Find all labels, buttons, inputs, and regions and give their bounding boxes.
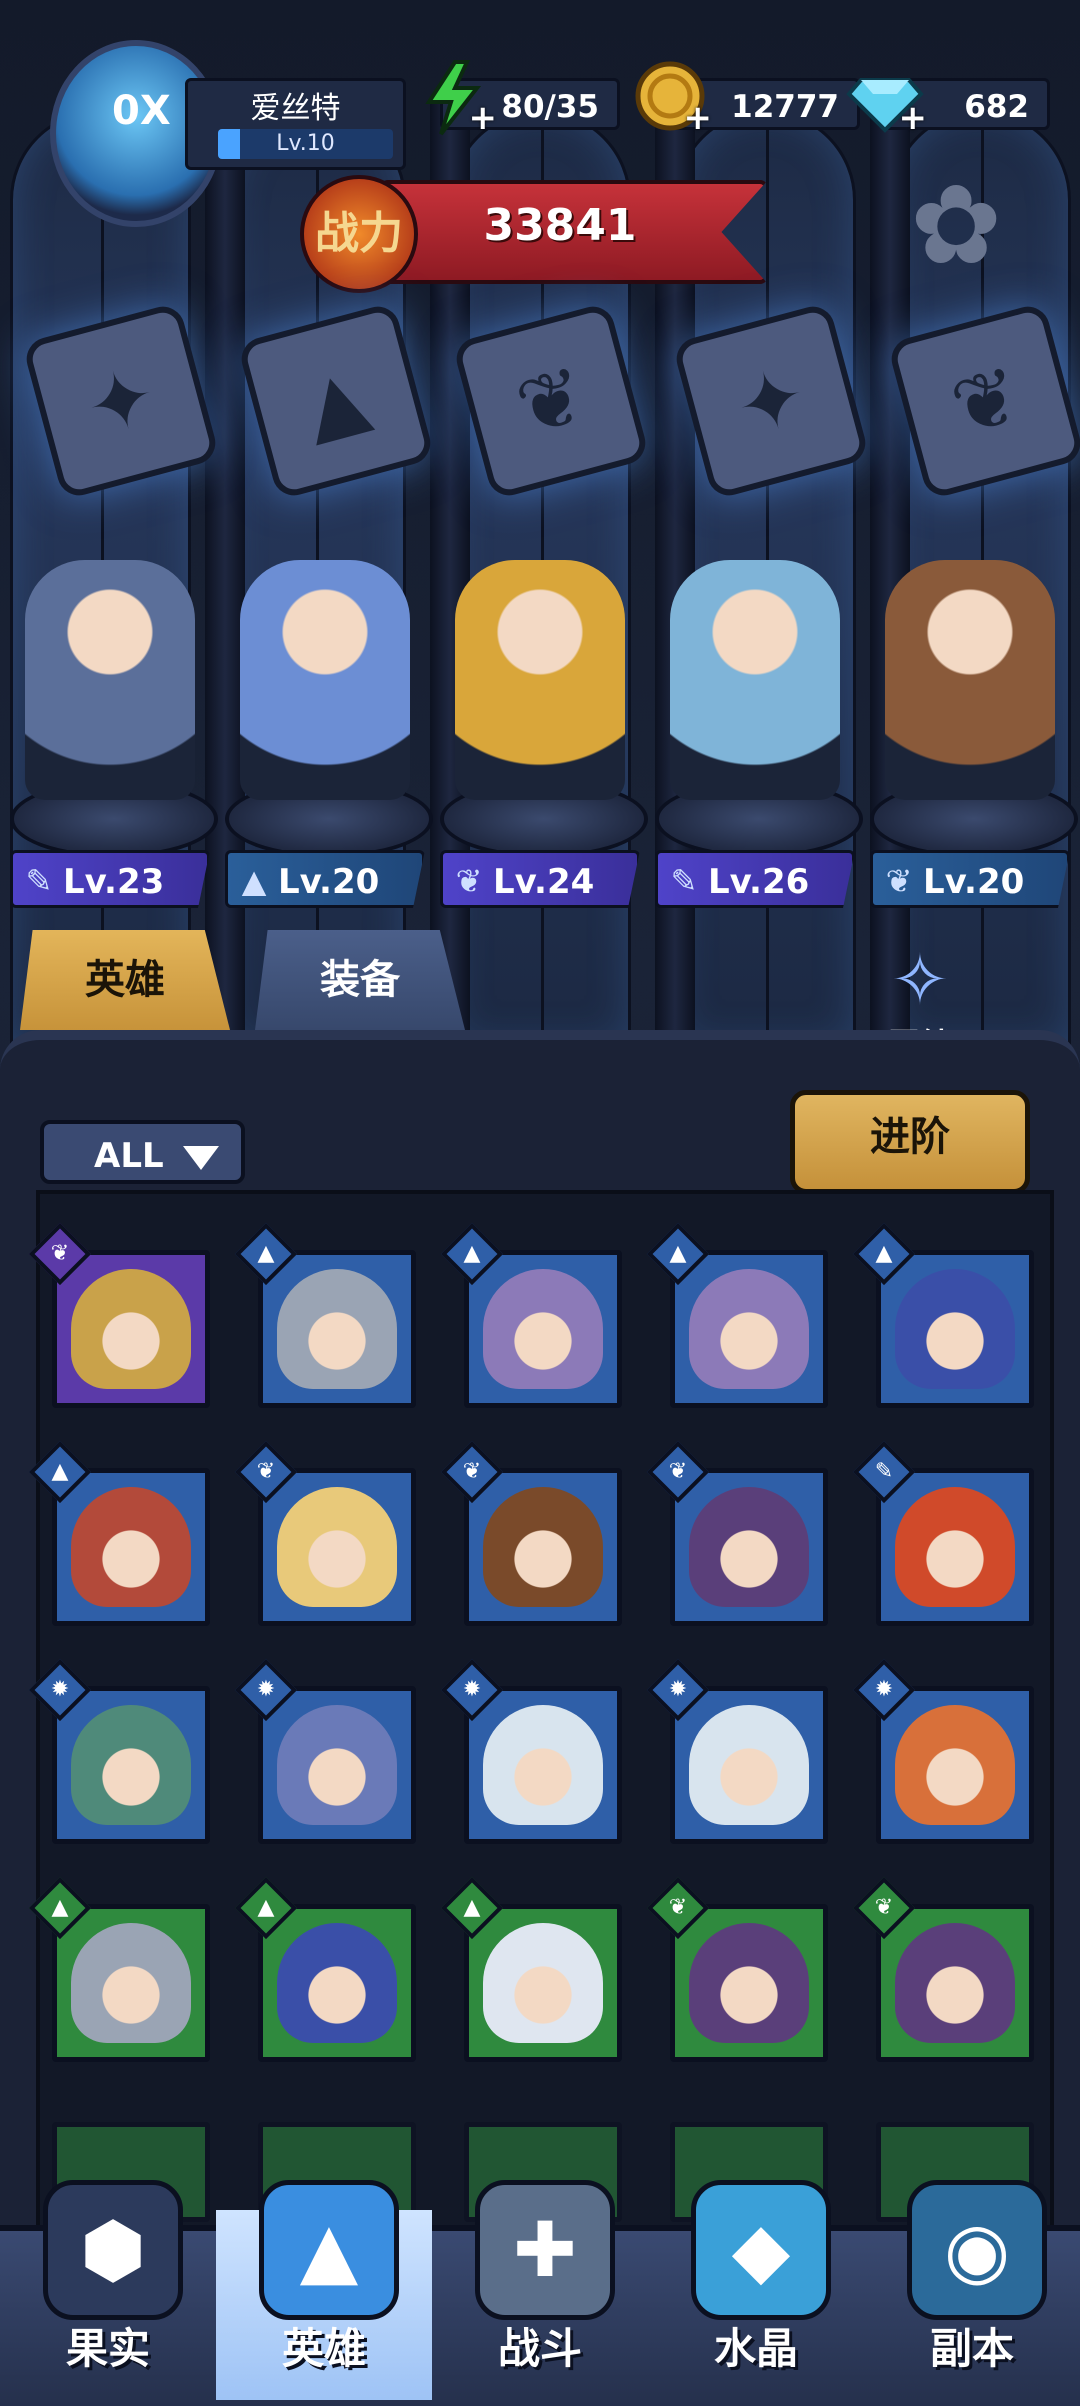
gold-value: 12777: [731, 89, 839, 125]
lineup-hero-level: ✎ Lv.26: [655, 850, 855, 908]
hero-card[interactable]: [258, 1904, 416, 2062]
advance-button[interactable]: 进阶: [790, 1090, 1030, 1194]
hero-portrait: [689, 1705, 809, 1825]
player-level-bar: Lv.10: [218, 129, 393, 159]
lineup-hero[interactable]: [670, 560, 840, 800]
hero-portrait: [277, 1487, 397, 1607]
lineup-hero[interactable]: [240, 560, 410, 800]
energy-value: 80/35: [501, 89, 599, 125]
hero-card[interactable]: [670, 1904, 828, 2062]
hero-portrait: [483, 1269, 603, 1389]
hero-card[interactable]: [464, 1904, 622, 2062]
nav-label: 战斗: [497, 2324, 582, 2373]
plus-icon: +: [683, 98, 713, 138]
add-energy-button[interactable]: +: [415, 58, 498, 138]
hero-card[interactable]: [258, 1686, 416, 1844]
hero-portrait: [483, 1923, 603, 2043]
add-gems-button[interactable]: +: [845, 58, 928, 138]
lineup-hero[interactable]: [885, 560, 1055, 800]
hero-portrait: [483, 1487, 603, 1607]
player-info[interactable]: 爱丝特 Lv.10: [185, 78, 406, 170]
tab-heroes[interactable]: 英雄: [20, 930, 230, 1030]
level-text: Lv.23: [63, 862, 165, 902]
hero-portrait: [895, 1705, 1015, 1825]
nav-item-2[interactable]: ✚ 战斗: [432, 2180, 648, 2400]
nav-item-3[interactable]: ◆ 水晶: [648, 2180, 864, 2400]
hero-card[interactable]: [52, 1904, 210, 2062]
dungeon-portal-icon: ◉: [907, 2180, 1047, 2320]
nav-label: 果实: [65, 2324, 150, 2373]
player-name: 爱丝特: [250, 91, 341, 126]
hero-card[interactable]: [52, 1686, 210, 1844]
hero-portrait: [277, 1923, 397, 2043]
lineup-hero[interactable]: [455, 560, 625, 800]
hero-card[interactable]: [52, 1250, 210, 1408]
hero-hat-icon: ▲: [259, 2180, 399, 2320]
hero-portrait: [277, 1269, 397, 1389]
hero-card[interactable]: [670, 1686, 828, 1844]
nav-label: 水晶: [713, 2324, 798, 2373]
nav-item-1[interactable]: ▲ 英雄: [216, 2180, 432, 2400]
hero-portrait: [689, 1269, 809, 1389]
hero-card[interactable]: [52, 1468, 210, 1626]
filter-dropdown[interactable]: ALL: [40, 1120, 245, 1184]
hero-portrait: [71, 1923, 191, 2043]
hero-card[interactable]: [670, 1250, 828, 1408]
tab-equipment[interactable]: 装备: [255, 930, 465, 1030]
lineup-hero-level: ❦ Lv.24: [440, 850, 640, 908]
wrench-class-icon: ✎: [670, 862, 698, 900]
hero-card[interactable]: [876, 1904, 1034, 2062]
lineup-hero[interactable]: [25, 560, 195, 800]
hero-portrait: [689, 1487, 809, 1607]
nav-item-4[interactable]: ◉ 副本: [864, 2180, 1080, 2400]
wing-class-icon: ❦: [885, 862, 913, 900]
hero-portrait: [277, 1705, 397, 1825]
level-text: Lv.24: [493, 862, 595, 902]
hero-portrait: [895, 1487, 1015, 1607]
hero-card[interactable]: [876, 1468, 1034, 1626]
hero-card[interactable]: [670, 1468, 828, 1626]
lineup-hero-level: ✎ Lv.23: [10, 850, 210, 908]
plus-icon: +: [898, 98, 928, 138]
lineup-hero-level: ❦ Lv.20: [870, 850, 1070, 908]
player-level: Lv.10: [276, 131, 335, 156]
bond-icon: ✧: [890, 939, 950, 1021]
hero-card[interactable]: [876, 1250, 1034, 1408]
filter-label: ALL: [94, 1136, 164, 1176]
level-text: Lv.20: [278, 862, 380, 902]
plus-icon: +: [468, 98, 498, 138]
fruit-icon: ⬢: [43, 2180, 183, 2320]
hero-portrait: [895, 1923, 1015, 2043]
flower-icon[interactable]: ✿: [910, 170, 1002, 280]
hero-card[interactable]: [464, 1468, 622, 1626]
hero-card[interactable]: [876, 1686, 1034, 1844]
level-text: Lv.26: [708, 862, 810, 902]
hero-card[interactable]: [258, 1468, 416, 1626]
chevron-down-icon: [183, 1146, 219, 1170]
hero-portrait: [71, 1269, 191, 1389]
hero-portrait: [689, 1923, 809, 2043]
lineup-hero-level: ▲ Lv.20: [225, 850, 425, 908]
hero-card[interactable]: [464, 1686, 622, 1844]
hero-portrait: [71, 1487, 191, 1607]
hero-card[interactable]: [258, 1250, 416, 1408]
battle-sword-icon: ✚: [475, 2180, 615, 2320]
add-gold-button[interactable]: +: [630, 58, 713, 138]
nav-label: 英雄: [281, 2324, 366, 2373]
hero-portrait: [895, 1269, 1015, 1389]
nav-label: 副本: [929, 2324, 1014, 2373]
avatar-label: 0X: [112, 88, 171, 134]
wing-class-icon: ❦: [455, 862, 483, 900]
hero-portrait: [71, 1705, 191, 1825]
wrench-class-icon: ✎: [25, 862, 53, 900]
level-text: Lv.20: [923, 862, 1025, 902]
nav-item-0[interactable]: ⬢ 果实: [0, 2180, 216, 2400]
gem-value: 682: [964, 89, 1029, 125]
crystal-icon: ◆: [691, 2180, 831, 2320]
hero-portrait: [483, 1705, 603, 1825]
power-label: 战力: [300, 175, 418, 293]
hero-card[interactable]: [464, 1250, 622, 1408]
power-value: 33841: [483, 200, 637, 251]
hat-class-icon: ▲: [241, 862, 267, 900]
